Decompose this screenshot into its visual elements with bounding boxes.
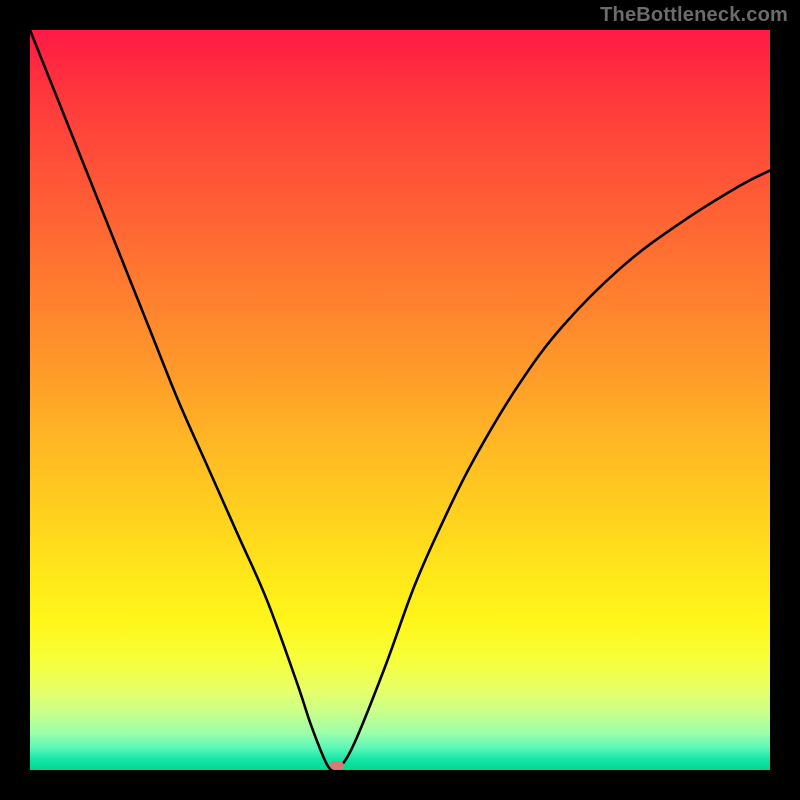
watermark-text: TheBottleneck.com: [600, 4, 788, 27]
bottleneck-curve: [30, 30, 770, 770]
chart-frame: TheBottleneck.com: [0, 0, 800, 800]
plot-area: [30, 30, 770, 770]
minimum-marker: [330, 761, 344, 770]
